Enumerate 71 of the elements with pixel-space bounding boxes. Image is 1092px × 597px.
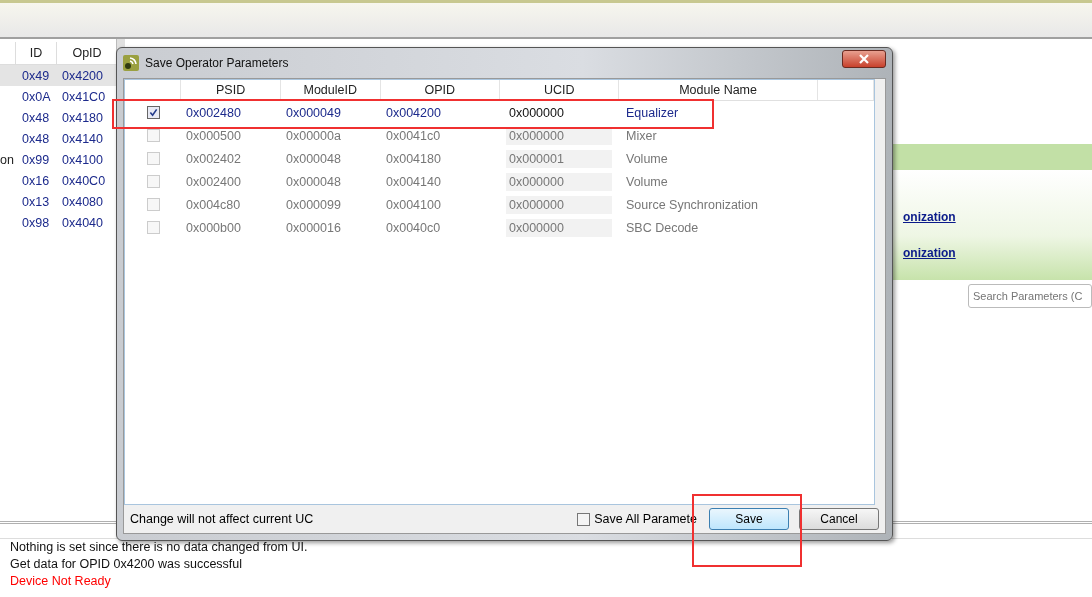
table-cell: 0x004180 — [386, 151, 441, 166]
table-cell: 0x16 — [22, 173, 50, 188]
selected-row[interactable]: 0x49 0x4200 — [0, 65, 116, 86]
table-cell: 0x000b00 — [186, 220, 241, 235]
column-header[interactable]: PSID — [181, 80, 281, 100]
log-message: Nothing is set since there is no data changed from UI. — [10, 539, 309, 556]
table-cell: 0x0041c0 — [386, 128, 441, 143]
table-cell: 0x004100 — [386, 197, 441, 212]
dialog-title: Save Operator Parameters — [145, 56, 289, 70]
close-button[interactable] — [842, 50, 886, 68]
table-cell: 0x000048 — [286, 174, 341, 189]
info-text: Change will not affect current UC — [130, 512, 315, 526]
link[interactable]: onization — [903, 246, 956, 260]
table-row[interactable]: 0x13 0x4080 — [0, 191, 116, 212]
table-cell: 0x4180 — [62, 110, 103, 125]
table-cell: 0x0A — [22, 89, 51, 104]
table-cell: 0x99 — [22, 152, 50, 167]
table-row[interactable]: 0x0A 0x41C0 — [0, 86, 116, 107]
checkbox[interactable] — [577, 512, 591, 526]
table-cell: 0x00000a — [286, 128, 341, 143]
close-icon — [858, 54, 870, 64]
save-button[interactable]: Save — [709, 508, 789, 530]
table-cell: on — [0, 152, 14, 167]
table-cell: 0x004200 — [386, 105, 441, 120]
table-cell: 0x41C0 — [62, 89, 106, 104]
table-cell: 0x48 — [22, 131, 50, 146]
table-cell: 0x4140 — [62, 131, 103, 146]
table-row[interactable]: 0x48 0x4140 — [0, 128, 116, 149]
table-row[interactable]: 0x16 0x40C0 — [0, 170, 116, 191]
table-cell: 0x002480 — [186, 105, 241, 120]
error-message: Device Not Ready — [10, 573, 112, 590]
table-cell: 0x98 — [22, 215, 50, 230]
table-cell: 0x0040c0 — [386, 220, 441, 235]
table-cell: 0x4040 — [62, 215, 103, 230]
table-cell: 0x002400 — [186, 174, 241, 189]
column-header[interactable]: Module Name — [619, 80, 818, 100]
table-cell: 0x004140 — [386, 174, 441, 189]
input-field[interactable]: 0x000000 — [506, 103, 612, 122]
link[interactable]: onization — [903, 210, 956, 224]
table-cell: Source Synchronization — [626, 197, 759, 212]
search-field[interactable]: Search Parameters (C — [968, 284, 1092, 308]
table-cell: Volume — [626, 151, 668, 166]
table-cell: SBC Decode — [626, 220, 699, 235]
column-header[interactable]: OPID — [380, 80, 500, 100]
column-header[interactable]: UCID — [500, 80, 620, 100]
table-cell: 0x004c80 — [186, 197, 241, 212]
table-cell: 0x000048 — [286, 151, 341, 166]
checkbox[interactable] — [146, 106, 160, 119]
table-cell: 0x48 — [22, 110, 50, 125]
table-cell: 0x000500 — [186, 128, 241, 143]
table-cell: 0x000049 — [286, 105, 341, 120]
table-row[interactable]: 0x98 0x4040 — [0, 212, 116, 233]
table-cell: 0x4100 — [62, 152, 103, 167]
table-row[interactable]: on 0x99 0x4100 — [0, 149, 116, 170]
table-cell: 0x4080 — [62, 194, 103, 209]
table-cell: 0x4200 — [62, 68, 103, 83]
table-cell: 0x40C0 — [62, 173, 106, 188]
column-header[interactable]: ID — [16, 42, 57, 64]
table-cell: 0x000016 — [286, 220, 341, 235]
column-header[interactable]: ModuleID — [280, 80, 381, 100]
cancel-button[interactable]: Cancel — [799, 508, 879, 530]
app-icon — [123, 55, 139, 71]
table-cell: Volume — [626, 174, 668, 189]
table-cell: Equalizer — [626, 105, 679, 120]
table-cell: 0x000099 — [286, 197, 341, 212]
table-cell: Mixer — [626, 128, 657, 143]
table-cell: 0x49 — [22, 68, 50, 83]
table-cell: 0x13 — [22, 194, 50, 209]
table-cell: 0x002402 — [186, 151, 241, 166]
log-message: Get data for OPID 0x4200 was successful — [10, 556, 244, 573]
table-row[interactable]: 0x48 0x4180 — [0, 107, 116, 128]
